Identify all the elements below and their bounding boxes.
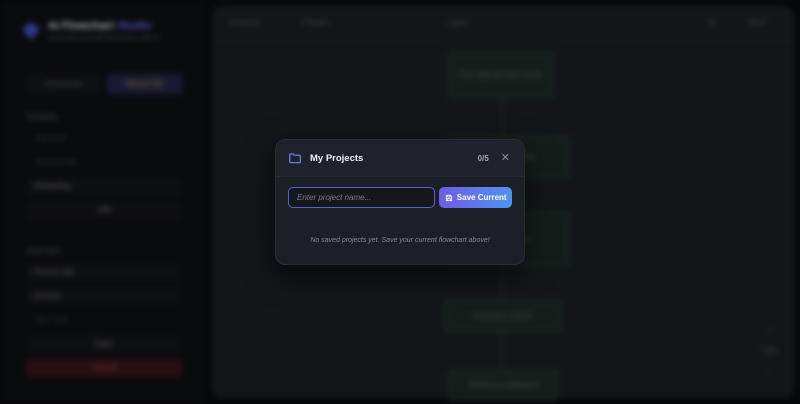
modal-body: Save Current No saved projects yet. Save… — [276, 177, 524, 244]
save-icon — [445, 194, 452, 201]
projects-modal: My Projects 0/5 ✕ Save Current No saved … — [275, 139, 525, 265]
project-name-input[interactable] — [288, 187, 436, 208]
empty-state-message: No saved projects yet. Save your current… — [310, 237, 490, 244]
modal-header: My Projects 0/5 ✕ — [276, 140, 524, 177]
modal-title: My Projects — [310, 152, 364, 164]
save-current-label: Save Current — [456, 193, 507, 202]
project-count-badge: 0/5 — [477, 153, 489, 163]
folder-icon — [289, 153, 301, 164]
save-row: Save Current — [288, 187, 512, 208]
save-current-button[interactable]: Save Current — [439, 187, 512, 208]
close-icon[interactable]: ✕ — [501, 152, 510, 164]
